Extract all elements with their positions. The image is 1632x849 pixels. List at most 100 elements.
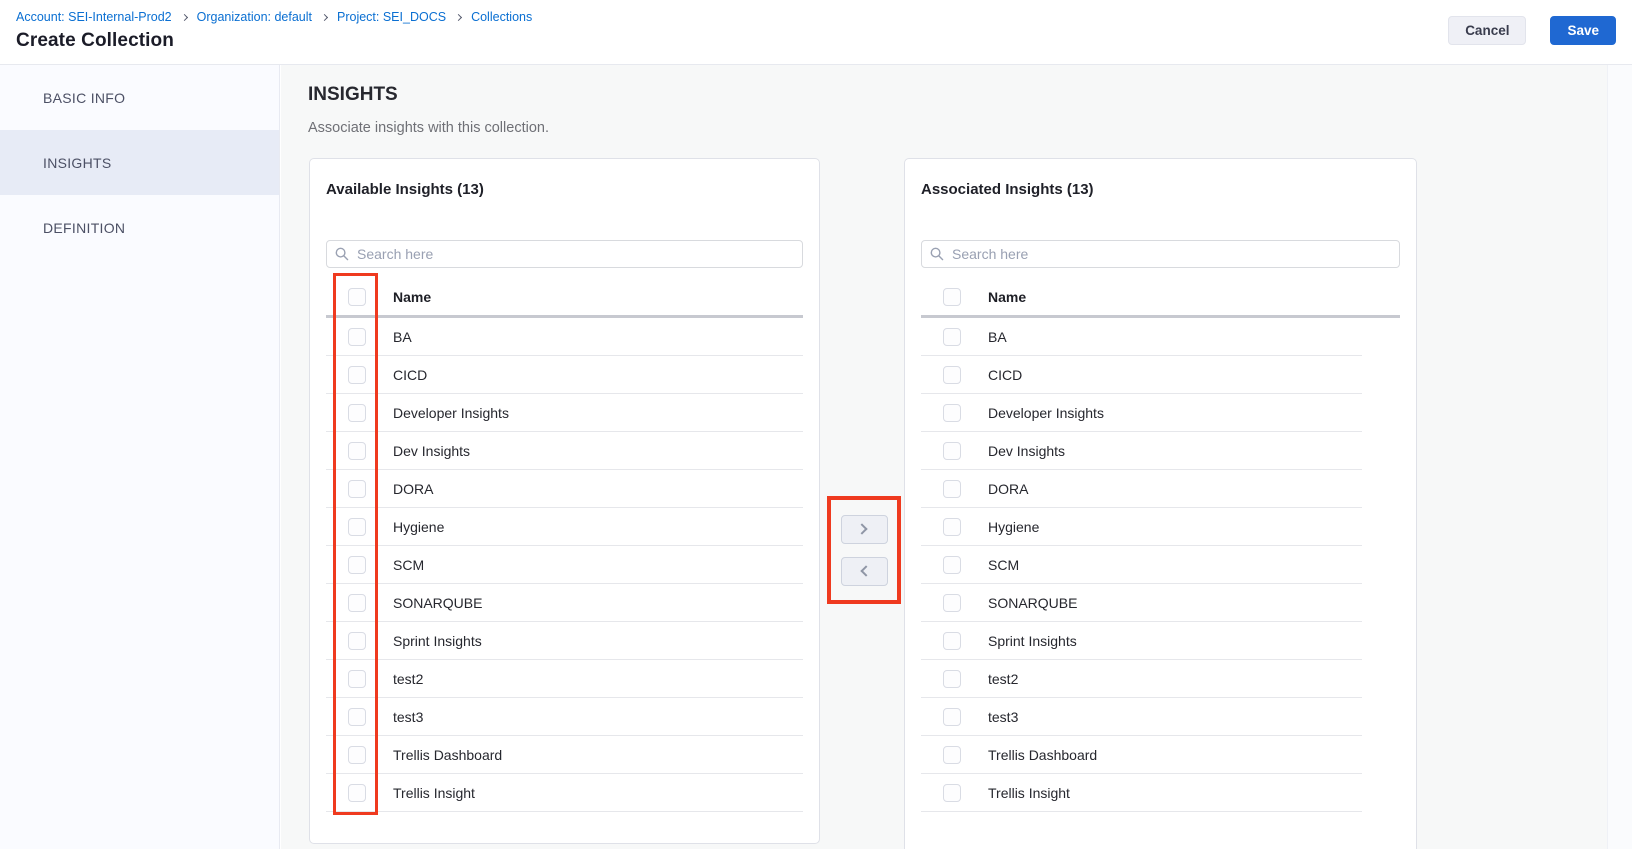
row-checkbox[interactable]	[943, 366, 961, 384]
table-row[interactable]: BA	[326, 318, 803, 356]
cancel-button[interactable]: Cancel	[1448, 16, 1526, 45]
row-checkbox[interactable]	[348, 518, 366, 536]
table-row[interactable]: DORA	[326, 470, 803, 508]
row-label: Hygiene	[393, 519, 444, 535]
table-row[interactable]: Developer Insights	[326, 394, 803, 432]
available-search-input[interactable]	[326, 240, 803, 268]
table-row[interactable]: Hygiene	[921, 508, 1362, 546]
row-label: Sprint Insights	[988, 633, 1077, 649]
row-checkbox[interactable]	[348, 708, 366, 726]
row-label: DORA	[988, 481, 1028, 497]
row-checkbox[interactable]	[943, 670, 961, 688]
move-right-button[interactable]	[841, 515, 888, 544]
select-all-checkbox[interactable]	[348, 288, 366, 306]
sidebar-item-insights[interactable]: INSIGHTS	[0, 130, 279, 195]
row-checkbox[interactable]	[943, 480, 961, 498]
table-row[interactable]: SONARQUBE	[326, 584, 803, 622]
table-row[interactable]: test3	[921, 698, 1362, 736]
row-checkbox[interactable]	[348, 404, 366, 422]
row-label: DORA	[393, 481, 433, 497]
row-checkbox[interactable]	[943, 784, 961, 802]
row-label: SONARQUBE	[988, 595, 1077, 611]
page-header: Account: SEI-Internal-Prod2 Organization…	[0, 0, 1632, 65]
sidebar-item-basic-info[interactable]: BASIC INFO	[0, 65, 279, 130]
breadcrumb-link[interactable]: Account: SEI-Internal-Prod2	[16, 10, 172, 24]
row-checkbox[interactable]	[348, 480, 366, 498]
row-label: Dev Insights	[988, 443, 1065, 459]
chevron-right-icon	[455, 13, 462, 20]
move-left-button[interactable]	[841, 557, 888, 586]
row-checkbox[interactable]	[943, 594, 961, 612]
breadcrumb-item: Account: SEI-Internal-Prod2	[16, 10, 187, 24]
table-row[interactable]: DORA	[921, 470, 1362, 508]
table-row[interactable]: Trellis Insight	[326, 774, 803, 812]
chevron-right-icon	[181, 13, 188, 20]
available-rows: BA CICD Developer Insights Dev I	[326, 318, 803, 812]
table-row[interactable]: Sprint Insights	[326, 622, 803, 660]
row-checkbox[interactable]	[348, 632, 366, 650]
table-row[interactable]: Sprint Insights	[921, 622, 1362, 660]
row-checkbox[interactable]	[348, 594, 366, 612]
table-row[interactable]: Dev Insights	[326, 432, 803, 470]
table-row[interactable]: Trellis Insight	[921, 774, 1362, 812]
row-checkbox[interactable]	[943, 404, 961, 422]
header-actions: Cancel Save	[1448, 16, 1616, 45]
table-row[interactable]: Developer Insights	[921, 394, 1362, 432]
row-checkbox[interactable]	[348, 746, 366, 764]
row-label: CICD	[393, 367, 427, 383]
row-checkbox[interactable]	[943, 632, 961, 650]
row-checkbox[interactable]	[943, 708, 961, 726]
breadcrumb-link[interactable]: Collections	[471, 10, 532, 24]
row-label: Dev Insights	[393, 443, 470, 459]
row-label: SCM	[393, 557, 424, 573]
save-button[interactable]: Save	[1550, 16, 1616, 45]
row-checkbox[interactable]	[348, 442, 366, 460]
table-row[interactable]: Dev Insights	[921, 432, 1362, 470]
chevron-right-icon	[321, 13, 328, 20]
table-row[interactable]: Hygiene	[326, 508, 803, 546]
breadcrumb-item: Project: SEI_DOCS	[337, 10, 461, 24]
table-row[interactable]: test3	[326, 698, 803, 736]
row-label: CICD	[988, 367, 1022, 383]
associated-insights-panel: Associated Insights (13) Name BA	[904, 158, 1417, 849]
scrollbar-gutter[interactable]	[1607, 65, 1632, 849]
row-checkbox[interactable]	[943, 442, 961, 460]
row-checkbox[interactable]	[348, 784, 366, 802]
available-search	[326, 240, 803, 268]
row-label: BA	[393, 329, 412, 345]
row-checkbox[interactable]	[943, 556, 961, 574]
table-row[interactable]: CICD	[921, 356, 1362, 394]
chevron-left-icon	[860, 565, 871, 576]
breadcrumb-link[interactable]: Organization: default	[197, 10, 312, 24]
row-label: test2	[988, 671, 1018, 687]
row-label: Hygiene	[988, 519, 1039, 535]
table-row[interactable]: test2	[326, 660, 803, 698]
table-row[interactable]: SCM	[921, 546, 1362, 584]
row-checkbox[interactable]	[348, 670, 366, 688]
associated-search-input[interactable]	[921, 240, 1400, 268]
row-checkbox[interactable]	[943, 518, 961, 536]
create-collection-page: Account: SEI-Internal-Prod2 Organization…	[0, 0, 1632, 849]
row-checkbox[interactable]	[348, 366, 366, 384]
select-all-checkbox[interactable]	[943, 288, 961, 306]
table-row[interactable]: test2	[921, 660, 1362, 698]
breadcrumb-item: Organization: default	[197, 10, 327, 24]
breadcrumb-link[interactable]: Project: SEI_DOCS	[337, 10, 446, 24]
table-row[interactable]: Trellis Dashboard	[326, 736, 803, 774]
row-checkbox[interactable]	[943, 328, 961, 346]
row-label: Developer Insights	[988, 405, 1104, 421]
row-checkbox[interactable]	[943, 746, 961, 764]
table-row[interactable]: SONARQUBE	[921, 584, 1362, 622]
sidebar-item-definition[interactable]: DEFINITION	[0, 195, 279, 260]
row-checkbox[interactable]	[348, 556, 366, 574]
steps-sidebar: BASIC INFO INSIGHTS DEFINITION	[0, 65, 280, 849]
table-row[interactable]: SCM	[326, 546, 803, 584]
table-row[interactable]: Trellis Dashboard	[921, 736, 1362, 774]
page-title: Create Collection	[16, 30, 1616, 52]
table-row[interactable]: BA	[921, 318, 1362, 356]
row-label: BA	[988, 329, 1007, 345]
row-checkbox[interactable]	[348, 328, 366, 346]
table-row[interactable]: CICD	[326, 356, 803, 394]
breadcrumb-item: Collections	[471, 10, 532, 24]
row-label: Trellis Dashboard	[988, 747, 1097, 763]
